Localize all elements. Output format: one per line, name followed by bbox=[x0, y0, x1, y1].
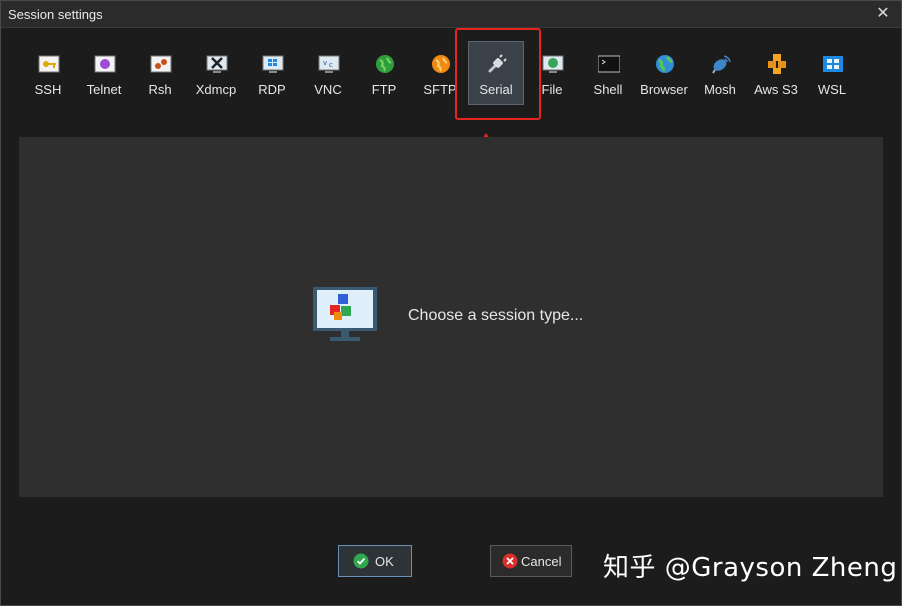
cancel-label: Cancel bbox=[521, 554, 562, 569]
ssh-key-icon bbox=[38, 55, 60, 73]
session-settings-dialog: Session settings ✕ SSH Telnet Rsh Xdmcp … bbox=[0, 0, 902, 606]
wsl-windows-icon bbox=[823, 56, 843, 72]
toolbar-label: WSL bbox=[817, 82, 847, 97]
session-type-browser[interactable]: Browser bbox=[636, 41, 692, 105]
title-bar: Session settings ✕ bbox=[1, 1, 901, 28]
sftp-globe-icon bbox=[432, 55, 450, 73]
browser-globe-icon bbox=[656, 55, 674, 73]
svg-text:v: v bbox=[323, 59, 327, 67]
close-icon: ✕ bbox=[876, 5, 890, 22]
ftp-globe-icon bbox=[376, 55, 394, 73]
window-title: Session settings bbox=[8, 7, 103, 22]
rsh-icon bbox=[150, 55, 172, 73]
rdp-icon bbox=[262, 55, 284, 73]
mosh-satellite-icon bbox=[712, 55, 731, 74]
watermark-text: 知乎 @Grayson Zheng bbox=[603, 553, 898, 583]
aws-s3-icon bbox=[768, 54, 786, 74]
session-type-file[interactable]: File bbox=[524, 41, 580, 105]
svg-text:c: c bbox=[329, 61, 333, 69]
close-button[interactable]: ✕ bbox=[873, 4, 893, 24]
vnc-icon: v c bbox=[318, 55, 340, 73]
session-type-rsh[interactable]: Rsh bbox=[132, 41, 188, 105]
session-type-sftp[interactable]: SFTP bbox=[412, 41, 468, 105]
session-type-vnc[interactable]: v c VNC bbox=[300, 41, 356, 105]
xdmcp-icon bbox=[206, 55, 228, 73]
session-type-ssh[interactable]: SSH bbox=[20, 41, 76, 105]
session-type-telnet[interactable]: Telnet bbox=[76, 41, 132, 105]
cancel-x-icon bbox=[502, 553, 518, 569]
session-type-rdp[interactable]: RDP bbox=[244, 41, 300, 105]
choose-session-prompt: Choose a session type... bbox=[408, 307, 584, 324]
session-config-panel: Choose a session type... bbox=[19, 137, 883, 497]
check-icon bbox=[353, 553, 369, 569]
file-icon bbox=[542, 55, 564, 73]
session-type-aws-s3[interactable]: Aws S3 bbox=[748, 41, 804, 105]
session-type-toolbar: SSH Telnet Rsh Xdmcp RDP v c VNC FTP SFT… bbox=[1, 41, 901, 111]
serial-plug-icon bbox=[488, 54, 507, 73]
session-type-xdmcp[interactable]: Xdmcp bbox=[188, 41, 244, 105]
session-type-mosh[interactable]: Mosh bbox=[692, 41, 748, 105]
session-type-wsl[interactable]: WSL bbox=[804, 41, 860, 105]
shell-terminal-icon bbox=[598, 55, 620, 73]
ok-button[interactable]: OK bbox=[338, 545, 412, 577]
telnet-icon bbox=[94, 55, 116, 73]
session-type-serial[interactable]: Serial bbox=[468, 41, 524, 105]
cancel-button[interactable]: Cancel bbox=[490, 545, 572, 577]
session-monitor-icon bbox=[313, 287, 377, 341]
session-type-shell[interactable]: Shell bbox=[580, 41, 636, 105]
ok-label: OK bbox=[375, 554, 394, 569]
session-type-ftp[interactable]: FTP bbox=[356, 41, 412, 105]
